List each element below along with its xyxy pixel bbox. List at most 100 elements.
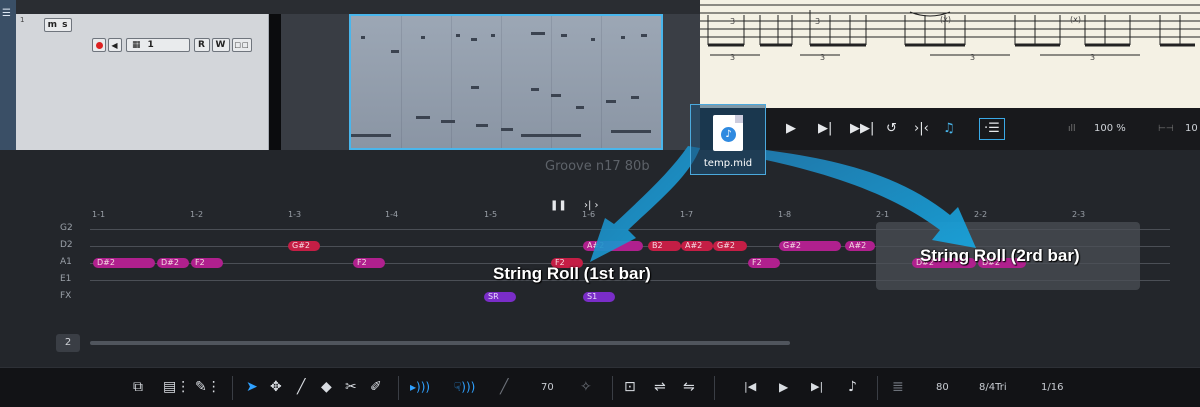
annotation-second-bar: String Roll (2rd bar) — [920, 246, 1080, 265]
next-icon[interactable]: ›| › — [584, 200, 599, 211]
clip-note — [591, 38, 595, 41]
clip-gridline — [401, 16, 402, 148]
clip-note — [621, 36, 625, 39]
swap-left-icon[interactable]: ⇋ — [683, 379, 695, 395]
note[interactable]: D#2 — [157, 258, 189, 268]
step-forward-icon[interactable]: ▶| — [811, 379, 823, 395]
svg-text:3: 3 — [730, 53, 735, 62]
grid-icon: ▦ — [132, 40, 142, 50]
tempo-value[interactable]: 80 — [936, 382, 949, 393]
pin-icon[interactable]: ✧ — [580, 379, 592, 395]
follow-icon[interactable]: ·☰ — [979, 118, 1005, 140]
clip-note — [491, 34, 495, 37]
note[interactable]: A#2 — [681, 241, 713, 251]
mute-solo-button[interactable]: m s — [44, 18, 72, 32]
bottom-toolbar: ⧉ ▤⋮ ✎⋮ ➤ ✥ ╱ ◆ ✂ ✐ ▸))) ☟))) ╱ 70 ✧ ⊡ ⇌… — [0, 367, 1200, 407]
clip-gridline — [551, 16, 552, 148]
note[interactable]: G#2 — [713, 241, 747, 251]
note[interactable]: F2 — [191, 258, 223, 268]
svg-text:3: 3 — [815, 17, 820, 26]
separator — [232, 376, 233, 400]
string-label: G2 — [60, 223, 73, 233]
page-number[interactable]: 2 — [56, 334, 80, 352]
score-view: 3 3 (x) (x) 3 3 3 3 — [700, 0, 1200, 108]
select-tool-icon[interactable]: ➤ — [246, 379, 258, 395]
play-icon[interactable]: ▶ — [779, 379, 788, 395]
svg-text:3: 3 — [820, 53, 825, 62]
svg-text:(x): (x) — [1070, 15, 1081, 24]
svg-text:3: 3 — [970, 53, 975, 62]
velocity-value[interactable]: 70 — [541, 382, 554, 393]
rewind-icon[interactable]: |◀ — [744, 379, 756, 395]
separator — [398, 376, 399, 400]
clip-note — [391, 50, 399, 53]
clip-note — [551, 94, 561, 97]
menu-icon[interactable]: ☰ — [2, 8, 11, 19]
pencil-tool-icon[interactable]: ╱ — [297, 379, 305, 395]
write-automation-button[interactable]: W — [212, 38, 230, 52]
hand-audition-icon[interactable]: ☟))) — [454, 379, 475, 395]
eraser-tool-icon[interactable]: ◆ — [321, 379, 332, 395]
note[interactable]: D#2 — [93, 258, 155, 268]
metronome-icon[interactable]: ♫ — [943, 122, 955, 136]
time-signature[interactable]: 8/4Tri — [979, 382, 1007, 393]
velocity-line-icon[interactable]: ╱ — [500, 379, 508, 395]
step-forward-icon[interactable]: ▶| — [818, 122, 832, 136]
clip-note — [521, 134, 581, 137]
string-label: E1 — [60, 274, 72, 284]
note[interactable]: S1 — [583, 292, 615, 302]
zoom-value[interactable]: 100 % — [1094, 123, 1126, 134]
clip-note — [441, 120, 455, 123]
marker-tool-icon[interactable]: ✐ — [370, 379, 382, 395]
track-header: 1 m s ◀ ▦ 1 R W □□ — [16, 14, 269, 150]
monitor-icon[interactable]: ◀ — [108, 38, 122, 52]
ruler-label: 1-7 — [680, 210, 694, 219]
lanes-button[interactable]: □□ — [232, 38, 252, 52]
clip-note — [531, 88, 539, 91]
tempo-icon: ≣ — [892, 379, 904, 395]
play-icon[interactable]: ▶ — [786, 122, 796, 136]
loop-icon[interactable]: ↺ — [886, 122, 897, 136]
note[interactable]: A#2 — [583, 241, 643, 251]
quantize-box-icon[interactable]: ⊡ — [624, 379, 636, 395]
note[interactable]: B2 — [648, 241, 681, 251]
split-icon[interactable]: ›|‹ — [914, 122, 929, 136]
scissors-tool-icon[interactable]: ✂ — [345, 379, 357, 395]
ruler-label: 1-4 — [385, 210, 399, 219]
copy-icon[interactable]: ⧉ — [133, 379, 143, 395]
midi-clip[interactable] — [349, 14, 663, 150]
channel-value: 1 — [147, 40, 155, 50]
zoom-value-2[interactable]: 10 — [1185, 123, 1198, 134]
string-label: D2 — [60, 240, 73, 250]
clip-note — [476, 124, 488, 127]
note[interactable]: F2 — [748, 258, 780, 268]
pause-icon[interactable]: ❚❚ — [550, 200, 567, 211]
note[interactable]: G#2 — [779, 241, 841, 251]
document-icon[interactable]: ▤⋮ — [163, 379, 190, 395]
swap-right-icon[interactable]: ⇌ — [654, 379, 666, 395]
quantize-value[interactable]: 1/16 — [1041, 382, 1063, 393]
separator — [612, 376, 613, 400]
metronome-icon[interactable]: ♪ — [848, 379, 857, 395]
ruler-label: 1-1 — [92, 210, 106, 219]
read-automation-button[interactable]: R — [194, 38, 210, 52]
horizontal-scrollbar[interactable] — [90, 341, 790, 345]
note[interactable]: SR — [484, 292, 516, 302]
note[interactable]: G#2 — [288, 241, 320, 251]
audition-icon[interactable]: ▸))) — [410, 379, 430, 395]
edit-icon[interactable]: ✎⋮ — [195, 379, 221, 395]
clip-note — [361, 36, 365, 39]
clip-note — [531, 32, 545, 35]
annotation-first-bar: String Roll (1st bar) — [493, 264, 651, 283]
clip-gridline — [601, 16, 602, 148]
midi-file-icon: ♪ — [713, 115, 743, 151]
dragged-file[interactable]: ♪ temp.mid — [690, 104, 766, 175]
move-tool-icon[interactable]: ✥ — [270, 379, 282, 395]
record-arm-button[interactable] — [92, 38, 106, 52]
note[interactable]: F2 — [353, 258, 385, 268]
clip-title: Groove n17 80b — [545, 159, 650, 174]
midi-channel-selector[interactable]: ▦ 1 — [126, 38, 190, 52]
clip-note — [606, 100, 616, 103]
note[interactable]: A#2 — [845, 241, 875, 251]
skip-end-icon[interactable]: ▶▶| — [850, 122, 874, 136]
